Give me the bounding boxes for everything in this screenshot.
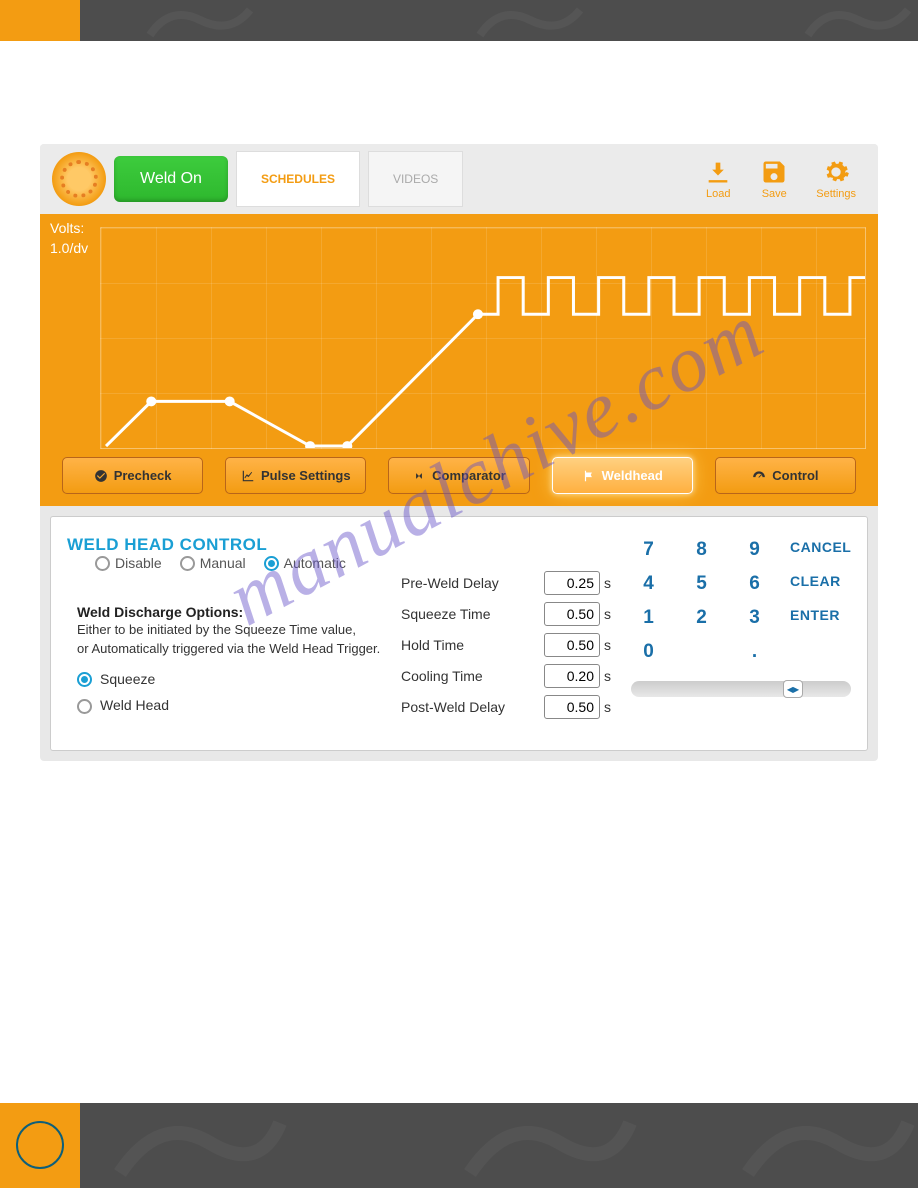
keypad-cancel[interactable]: CANCEL — [790, 539, 870, 561]
download-icon — [704, 158, 732, 186]
precheck-label: Precheck — [114, 468, 172, 483]
cooling-time-label: Cooling Time — [401, 668, 544, 684]
discharge-weldhead-radio[interactable]: Weld Head — [77, 697, 381, 714]
hold-time-label: Hold Time — [401, 637, 544, 653]
app-frame: Weld On SCHEDULES VIDEOS Load Save Setti… — [40, 144, 878, 761]
discharge-squeeze-radio[interactable]: Squeeze — [77, 671, 381, 688]
comparator-tab[interactable]: Comparator — [388, 457, 529, 494]
keypad-decimal[interactable]: . — [737, 641, 772, 663]
discharge-title: Weld Discharge Options: — [77, 604, 381, 620]
keypad-enter[interactable]: ENTER — [790, 607, 870, 629]
pre-weld-delay-label: Pre-Weld Delay — [401, 575, 544, 591]
mode-radio-group: Disable Manual Automatic — [95, 555, 346, 571]
keypad-2[interactable]: 2 — [684, 607, 719, 629]
chart-y-axis-label: Volts: 1.0/dv — [50, 219, 88, 258]
app-header: Weld On SCHEDULES VIDEOS Load Save Setti… — [40, 144, 878, 214]
page-top-bar — [0, 0, 918, 41]
brand-logo-icon — [52, 152, 106, 206]
gauge-icon — [752, 469, 766, 483]
slider-thumb-icon[interactable]: ◀▶ — [783, 680, 803, 698]
squeeze-time-label: Squeeze Time — [401, 606, 544, 622]
tab-videos[interactable]: VIDEOS — [368, 151, 463, 207]
hold-time-input[interactable] — [544, 633, 600, 657]
keypad-8[interactable]: 8 — [684, 539, 719, 561]
keypad-1[interactable]: 1 — [631, 607, 666, 629]
keypad-9[interactable]: 9 — [737, 539, 772, 561]
keypad-7[interactable]: 7 — [631, 539, 666, 561]
discharge-desc-2: or Automatically triggered via the Weld … — [77, 639, 381, 659]
pulse-label: Pulse Settings — [261, 468, 351, 483]
mode-disable-radio[interactable]: Disable — [95, 555, 162, 571]
keypad-5[interactable]: 5 — [684, 573, 719, 595]
check-circle-icon — [94, 469, 108, 483]
comparator-label: Comparator — [432, 468, 506, 483]
mode-automatic-radio[interactable]: Automatic — [264, 555, 346, 571]
pre-weld-delay-input[interactable] — [544, 571, 600, 595]
post-weld-delay-input[interactable] — [544, 695, 600, 719]
keypad-3[interactable]: 3 — [737, 607, 772, 629]
timing-column: Pre-Weld Delays Squeeze Times Hold Times… — [401, 571, 611, 732]
keypad-0[interactable]: 0 — [631, 641, 666, 663]
waveform-line — [101, 228, 865, 448]
chart-area: Volts: 1.0/dv Precheck Pulse Settings — [40, 214, 878, 506]
load-label: Load — [706, 188, 730, 200]
pulse-settings-tab[interactable]: Pulse Settings — [225, 457, 366, 494]
chart-grid — [100, 227, 866, 449]
subtab-row: Precheck Pulse Settings Comparator Weldh… — [52, 449, 866, 504]
cooling-time-input[interactable] — [544, 664, 600, 688]
flag-icon — [582, 469, 596, 483]
weldhead-tab[interactable]: Weldhead — [552, 457, 693, 494]
keypad-4[interactable]: 4 — [631, 573, 666, 595]
compare-icon — [412, 469, 426, 483]
weld-head-control-panel: WELD HEAD CONTROL Disable Manual Automat… — [50, 516, 868, 751]
post-weld-delay-label: Post-Weld Delay — [401, 699, 544, 715]
save-label: Save — [762, 188, 787, 200]
discharge-desc-1: Either to be initiated by the Squeeze Ti… — [77, 620, 381, 640]
panel-title: WELD HEAD CONTROL — [67, 535, 267, 554]
keypad-clear[interactable]: CLEAR — [790, 573, 870, 595]
load-button[interactable]: Load — [694, 158, 742, 200]
page-bottom-bar — [0, 1103, 918, 1188]
value-slider[interactable]: ◀▶ — [631, 681, 851, 697]
weld-on-button[interactable]: Weld On — [114, 156, 228, 202]
numeric-keypad: 7 8 9 CANCEL 4 5 6 CLEAR 1 2 3 ENTER 0 .… — [631, 539, 851, 732]
gear-icon — [822, 158, 850, 186]
chart-icon — [241, 469, 255, 483]
save-button[interactable]: Save — [750, 158, 798, 200]
precheck-tab[interactable]: Precheck — [62, 457, 203, 494]
page-number-circle-icon — [16, 1121, 64, 1169]
keypad-6[interactable]: 6 — [737, 573, 772, 595]
control-label: Control — [772, 468, 818, 483]
weldhead-label: Weldhead — [602, 468, 663, 483]
settings-button[interactable]: Settings — [806, 158, 866, 200]
squeeze-time-input[interactable] — [544, 602, 600, 626]
save-icon — [760, 158, 788, 186]
tab-schedules[interactable]: SCHEDULES — [236, 151, 360, 207]
mode-manual-radio[interactable]: Manual — [180, 555, 246, 571]
control-tab[interactable]: Control — [715, 457, 856, 494]
settings-label: Settings — [816, 188, 856, 200]
